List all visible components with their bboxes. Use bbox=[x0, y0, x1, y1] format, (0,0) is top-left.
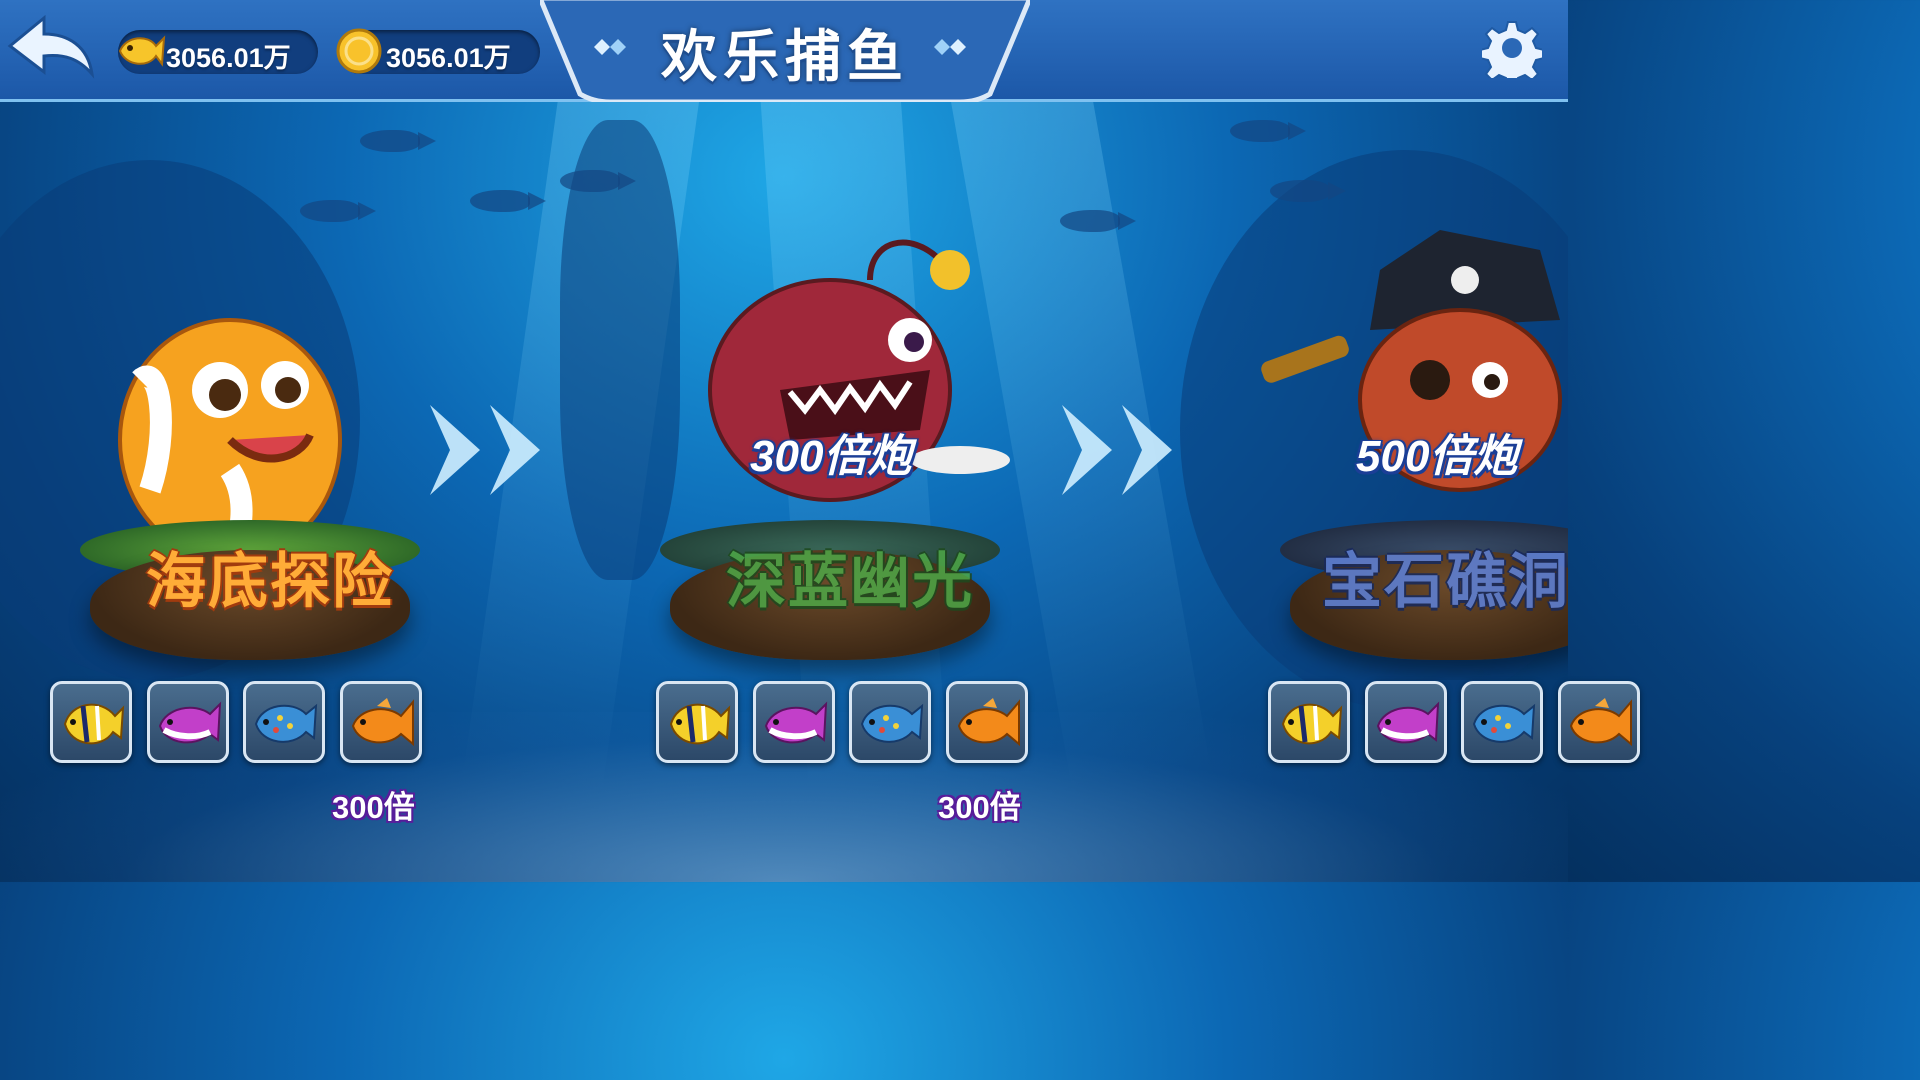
gold-coin-icon bbox=[336, 28, 382, 74]
fish-silhouette bbox=[470, 190, 546, 212]
pirate-octopus-mascot bbox=[1261, 230, 1562, 492]
unlock-cannon-multiplier: 500倍炮 bbox=[1356, 432, 1518, 481]
stage-name: 海底探险 bbox=[146, 547, 394, 617]
fish-multiplier-label: 300倍 bbox=[938, 790, 1021, 825]
fish-multiplier-label: 300倍 bbox=[332, 790, 415, 825]
fish-silhouette bbox=[1060, 210, 1136, 232]
stage-card-1[interactable]: 海底探险 bbox=[60, 210, 480, 680]
gold-currency-value: 3056.01万 bbox=[386, 43, 511, 73]
gear-icon bbox=[1479, 21, 1545, 87]
fish-silhouette bbox=[560, 170, 636, 192]
stage-name: 深蓝幽光 bbox=[726, 547, 974, 617]
settings-button[interactable] bbox=[1479, 18, 1545, 87]
fish-card[interactable] bbox=[1461, 681, 1543, 763]
double-chevron-right-icon bbox=[1062, 405, 1172, 495]
fish-currency-display: 3056.01万 bbox=[118, 30, 318, 74]
title-plate: 欢乐捕鱼 bbox=[540, 0, 1030, 102]
unlock-cannon-multiplier: 300倍炮 bbox=[750, 432, 912, 481]
fish-card[interactable] bbox=[752, 681, 835, 763]
fish-card[interactable] bbox=[945, 681, 1028, 763]
back-arrow-icon bbox=[7, 14, 95, 79]
fish-card[interactable] bbox=[339, 681, 422, 763]
stage-name: 宝石礁洞 bbox=[1322, 547, 1568, 617]
gold-fish-icon bbox=[118, 35, 166, 67]
gold-currency-display: 3056.01万 bbox=[336, 28, 540, 74]
fish-silhouette bbox=[1230, 120, 1306, 142]
diamond-ornament-icon bbox=[934, 39, 966, 55]
top-bar: 3056.01万 3056.01万 欢乐捕鱼 bbox=[0, 0, 1568, 102]
double-chevron-right-icon bbox=[430, 405, 540, 495]
fish-card[interactable] bbox=[1268, 681, 1350, 763]
fish-card[interactable] bbox=[1557, 681, 1640, 763]
fish-card[interactable] bbox=[1364, 681, 1447, 763]
fish-card[interactable] bbox=[849, 681, 931, 763]
fish-card[interactable] bbox=[146, 681, 229, 763]
fish-silhouette bbox=[360, 130, 436, 152]
fish-card[interactable] bbox=[243, 681, 325, 763]
fish-card[interactable] bbox=[656, 681, 738, 763]
stage-card-2[interactable]: 300倍炮 深蓝幽光 bbox=[640, 210, 1060, 680]
fish-currency-value: 3056.01万 bbox=[166, 43, 291, 73]
stage-card-3[interactable]: 500倍炮 宝石礁洞 bbox=[1260, 210, 1568, 680]
back-button[interactable] bbox=[6, 12, 96, 82]
fish-card[interactable] bbox=[50, 681, 132, 763]
fish-silhouette bbox=[1270, 180, 1346, 202]
